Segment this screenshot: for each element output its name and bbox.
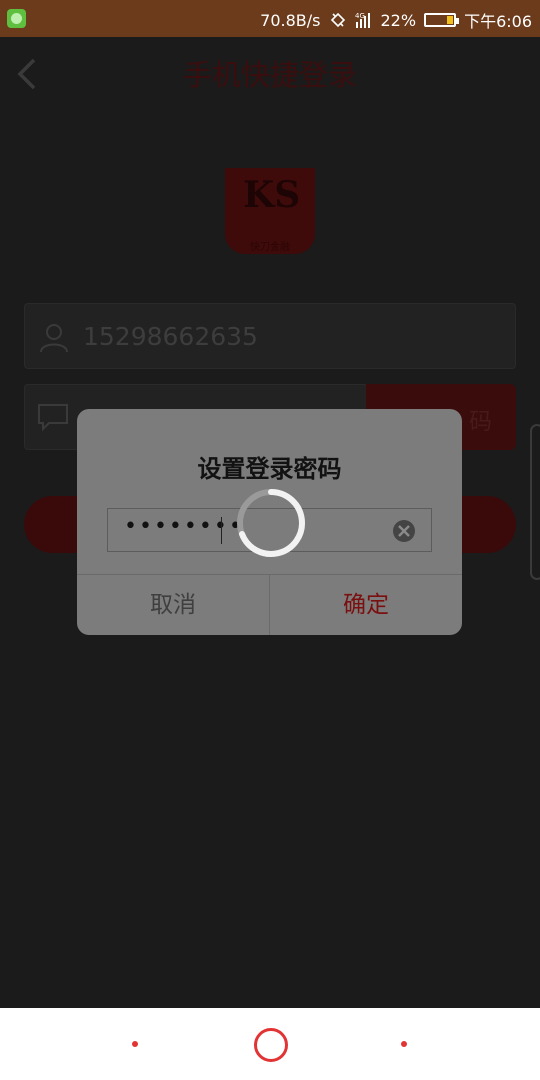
page-title: 手机快捷登录 [182,58,357,92]
signal-icon: 4G [355,12,370,28]
status-right: 70.8B/s 4G 22% 下午6:06 [260,8,532,32]
message-icon [38,404,68,432]
svg-text:4G: 4G [355,12,365,20]
system-nav-bar [0,1008,540,1080]
phone-field[interactable]: 15298662635 [24,303,516,369]
user-icon [40,324,68,353]
confirm-button[interactable]: 确定 [270,575,462,635]
clock: 下午6:06 [464,12,532,31]
clear-icon[interactable] [392,519,416,543]
status-bar: 70.8B/s 4G 22% 下午6:06 [0,0,540,37]
home-button-icon[interactable] [254,1028,288,1062]
data-sync-icon [330,12,345,28]
loading-spinner-icon [237,489,305,557]
logo-subtitle: 快刀金融 [250,242,290,253]
password-value: •••••••• [124,514,244,539]
logo-mark: KS [243,174,301,216]
side-handle[interactable] [530,424,540,580]
set-password-dialog: 设置登录密码 •••••••• 取消 确定 [77,409,462,635]
phone-number: 15298662635 [83,322,258,351]
dialog-buttons: 取消 确定 [77,574,462,635]
battery-percent: 22% [380,10,417,30]
cancel-button[interactable]: 取消 [77,575,270,635]
network-speed: 70.8B/s [260,10,321,30]
back-dot-icon[interactable] [401,1041,407,1047]
dialog-title: 设置登录密码 [197,455,342,483]
app-logo: KS 快刀金融 [225,168,315,254]
get-code-label: 码 [469,409,492,435]
text-caret [221,517,222,544]
menu-dot-icon[interactable] [132,1041,138,1047]
app-notification-icon [7,9,26,28]
battery-icon [424,13,460,27]
